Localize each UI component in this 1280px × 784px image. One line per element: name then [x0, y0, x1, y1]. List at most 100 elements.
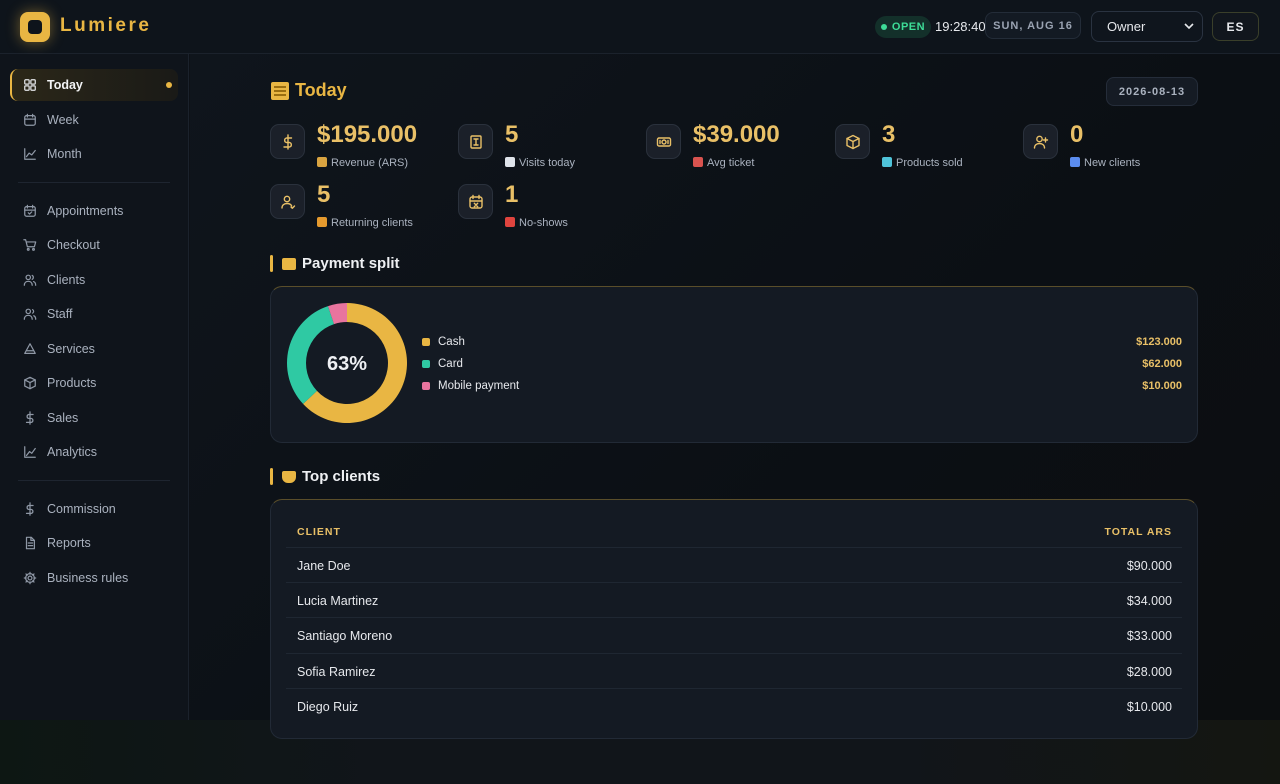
legend-label: Cash	[438, 336, 465, 348]
sidebar-item-label: Business rules	[47, 570, 129, 585]
sidebar-item-label: Services	[47, 341, 95, 356]
client-total: $28.000	[1126, 664, 1172, 679]
kpi-icon	[458, 124, 493, 159]
clock: 19:28:40	[935, 19, 986, 34]
legend-swatch	[422, 338, 430, 346]
sidebar-item-label: Today	[47, 78, 83, 92]
client-name: Santiago Moreno	[297, 629, 393, 644]
legend-amount: $10.000	[1142, 380, 1182, 392]
sidebar-item-checkout[interactable]: Checkout	[10, 229, 178, 261]
ticket-emoji-icon	[693, 157, 703, 167]
client-name: Lucia Martinez	[297, 594, 379, 609]
calendar-check-icon	[24, 204, 36, 217]
sidebar-item-products[interactable]: Products	[10, 367, 178, 399]
kpi-revenue-ars: $195.000 Revenue (ARS)	[270, 121, 450, 170]
status-label: OPEN	[891, 21, 926, 33]
column-header-client[interactable]: CLIENT	[297, 526, 341, 538]
user-icon	[280, 195, 295, 209]
trophy-emoji-icon	[282, 470, 296, 483]
dollar-icon	[282, 133, 292, 150]
receipt-emoji-icon	[505, 157, 515, 167]
app-name: Lumiere	[60, 15, 152, 36]
role-select[interactable]: Owner	[1091, 11, 1203, 42]
sidebar-divider	[18, 181, 170, 183]
sidebar-item-month[interactable]: Month	[10, 138, 178, 170]
box-icon	[845, 134, 860, 149]
table-row[interactable]: Santiago Moreno $33.000	[286, 617, 1182, 652]
sidebar-item-appointments[interactable]: Appointments	[10, 195, 178, 227]
calendar-icon	[24, 113, 36, 126]
role-select-value: Owner	[1107, 19, 1146, 34]
kpi-icon	[646, 124, 681, 159]
staff-icon	[23, 308, 37, 320]
sidebar-item-label: Reports	[47, 536, 91, 550]
sidebar-item-staff[interactable]: Staff	[10, 298, 178, 330]
sidebar-item-label: Clients	[47, 272, 86, 287]
logo-icon	[20, 12, 50, 42]
sidebar-item-analytics[interactable]: Analytics	[10, 436, 178, 468]
kpi-value: 5	[317, 181, 331, 208]
repeat-emoji-icon	[317, 217, 327, 227]
sidebar-item-sales[interactable]: Sales	[10, 402, 178, 434]
box-icon	[24, 376, 36, 390]
sidebar-item-services[interactable]: Services	[10, 333, 178, 365]
table-row[interactable]: Lucia Martinez $34.000	[286, 582, 1182, 617]
kpi-icon	[1023, 124, 1058, 159]
table-row[interactable]: Sofia Ramirez $28.000	[286, 652, 1182, 688]
legend-label: Card	[438, 358, 463, 370]
top-clients-heading: Top clients	[270, 468, 380, 485]
credit-card-emoji-icon	[282, 257, 296, 270]
legend-amount: $62.000	[1142, 358, 1182, 370]
money-bag-emoji-icon	[317, 157, 327, 167]
sidebar-item-label: Products	[47, 376, 97, 390]
date-picker[interactable]: 2026-08-13	[1106, 77, 1198, 106]
kpi-value: 1	[505, 181, 519, 208]
dollar-icon	[25, 410, 34, 425]
sidebar-item-label: Appointments	[47, 203, 124, 218]
column-header-total[interactable]: TOTAL ARS	[1104, 526, 1172, 538]
client-total: $34.000	[1126, 594, 1172, 609]
dollar-icon	[25, 501, 34, 516]
sidebar-item-label: Checkout	[47, 238, 100, 252]
kpi-visits-today: 5 Visits today	[458, 121, 638, 170]
sidebar-divider	[18, 479, 170, 481]
kpi-label-row: Revenue (ARS)	[317, 157, 408, 169]
sidebar-item-reports[interactable]: Reports	[10, 527, 178, 559]
client-name: Sofia Ramirez	[297, 664, 376, 679]
kpi-avg-ticket: $39.000 Avg ticket	[646, 121, 826, 170]
kpi-label-row: No-shows	[505, 217, 568, 229]
kpi-icon	[270, 184, 305, 219]
sidebar-item-business-rules[interactable]: Business rules	[10, 562, 178, 594]
sidebar-item-commission[interactable]: Commission	[10, 493, 178, 525]
sidebar-item-label: Analytics	[47, 445, 98, 459]
kpi-label: Revenue (ARS)	[331, 157, 409, 169]
kpi-icon	[458, 184, 493, 219]
table-row[interactable]: Diego Ruiz $10.000	[286, 687, 1182, 723]
kpi-label-row: Returning clients	[317, 217, 413, 229]
page-title: Today	[271, 80, 347, 101]
client-total: $90.000	[1126, 559, 1172, 573]
sidebar-item-label: Sales	[47, 410, 79, 425]
kpi-no-shows: 1 No-shows	[458, 181, 638, 230]
sidebar-item-today[interactable]: Today	[10, 69, 178, 101]
kpi-label: Products sold	[896, 157, 963, 169]
sidebar-item-week[interactable]: Week	[10, 104, 178, 136]
status-dot-icon	[880, 24, 887, 30]
banknote-icon	[656, 136, 671, 147]
language-button[interactable]: ES	[1212, 12, 1259, 41]
sidebar-item-clients[interactable]: Clients	[10, 264, 178, 296]
kpi-returning-clients: 5 Returning clients	[270, 181, 450, 230]
top-clients-title: Top clients	[302, 468, 381, 485]
top-bar: Lumiere OPEN 19:28:40 SUN, AUG 16 Owner …	[0, 0, 1280, 54]
active-indicator-dot	[166, 82, 172, 88]
client-total: $33.000	[1126, 629, 1172, 644]
kpi-value: 0	[1070, 121, 1084, 148]
legend-swatch	[422, 360, 430, 368]
payment-split-card	[270, 286, 1198, 443]
calendar-emoji-icon	[271, 81, 289, 100]
kpi-value: 5	[505, 121, 519, 148]
kpi-new-clients: 0 New clients	[1023, 121, 1203, 170]
table-row[interactable]: Jane Doe $90.000	[286, 547, 1182, 582]
kpi-label: No-shows	[519, 217, 568, 229]
kpi-value: 3	[882, 121, 896, 148]
